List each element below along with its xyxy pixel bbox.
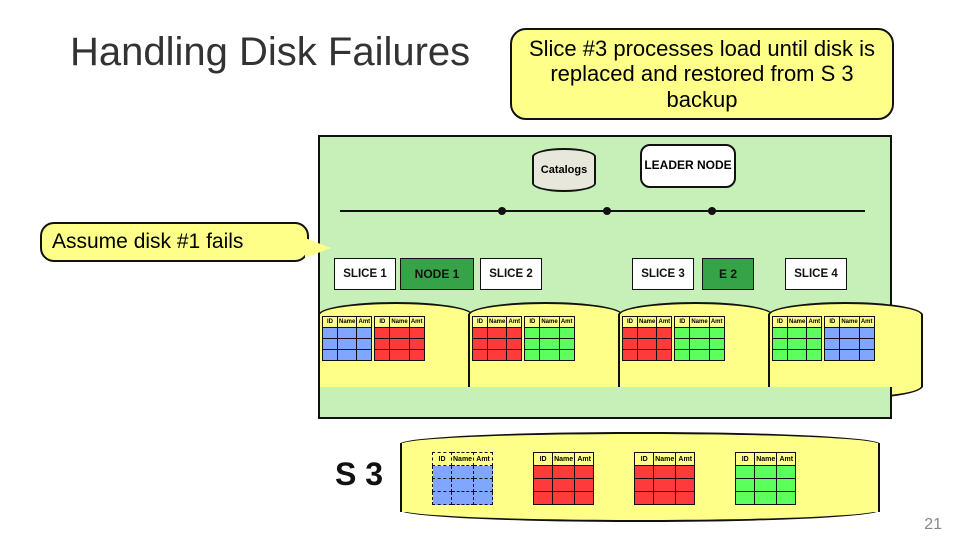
slice-4-label: SLICE 4 [785,258,847,290]
disk-1-tables: IDNameAmt IDNameAmt [322,316,425,361]
s3-backup-1: IDNameAmt [432,452,493,505]
table-row: IDNameAmt [472,316,522,361]
s3-label: S 3 [335,456,383,493]
leader-node: LEADER NODE [640,144,736,188]
disk-2-tables: IDNameAmt IDNameAmt [472,316,575,361]
catalogs-cylinder: Catalogs [532,148,596,192]
disk-1: IDNameAmt IDNameAmt [318,310,473,395]
table-row: IDNameAmt [772,316,822,361]
disk-3: IDNameAmt IDNameAmt [618,310,773,395]
node-2-partial: E 2 [702,258,754,290]
s3-backup-4: IDNameAmt [735,452,796,505]
s3-backup-3: IDNameAmt [634,452,695,505]
disk-4-tables: IDNameAmt IDNameAmt [772,316,875,361]
slice-2-label: SLICE 2 [480,258,542,290]
slice-1-label: SLICE 1 [334,258,396,290]
table-row: IDNameAmt [674,316,724,361]
table-row: IDNameAmt [524,316,574,361]
interconnect-bus [340,210,865,212]
disk-4: IDNameAmt IDNameAmt [768,310,923,395]
s3-tables-group: IDNameAmt IDNameAmt IDNameAmt IDNameAmt [432,452,796,505]
page-title: Handling Disk Failures [70,30,470,75]
callout-slice3-restore: Slice #3 processes load until disk is re… [510,28,894,120]
page-number: 21 [924,516,942,534]
table-row: IDNameAmt [322,316,372,361]
callout-disk1-fails: Assume disk #1 fails [40,222,309,262]
slice-3-label: SLICE 3 [632,258,694,290]
table-row: IDNameAmt [622,316,672,361]
table-row: IDNameAmt [824,316,874,361]
node-1-label: NODE 1 [400,258,474,290]
disk-2: IDNameAmt IDNameAmt [468,310,623,395]
s3-backup-2: IDNameAmt [533,452,594,505]
table-row: IDNameAmt [374,316,424,361]
disk-3-tables: IDNameAmt IDNameAmt [622,316,725,361]
